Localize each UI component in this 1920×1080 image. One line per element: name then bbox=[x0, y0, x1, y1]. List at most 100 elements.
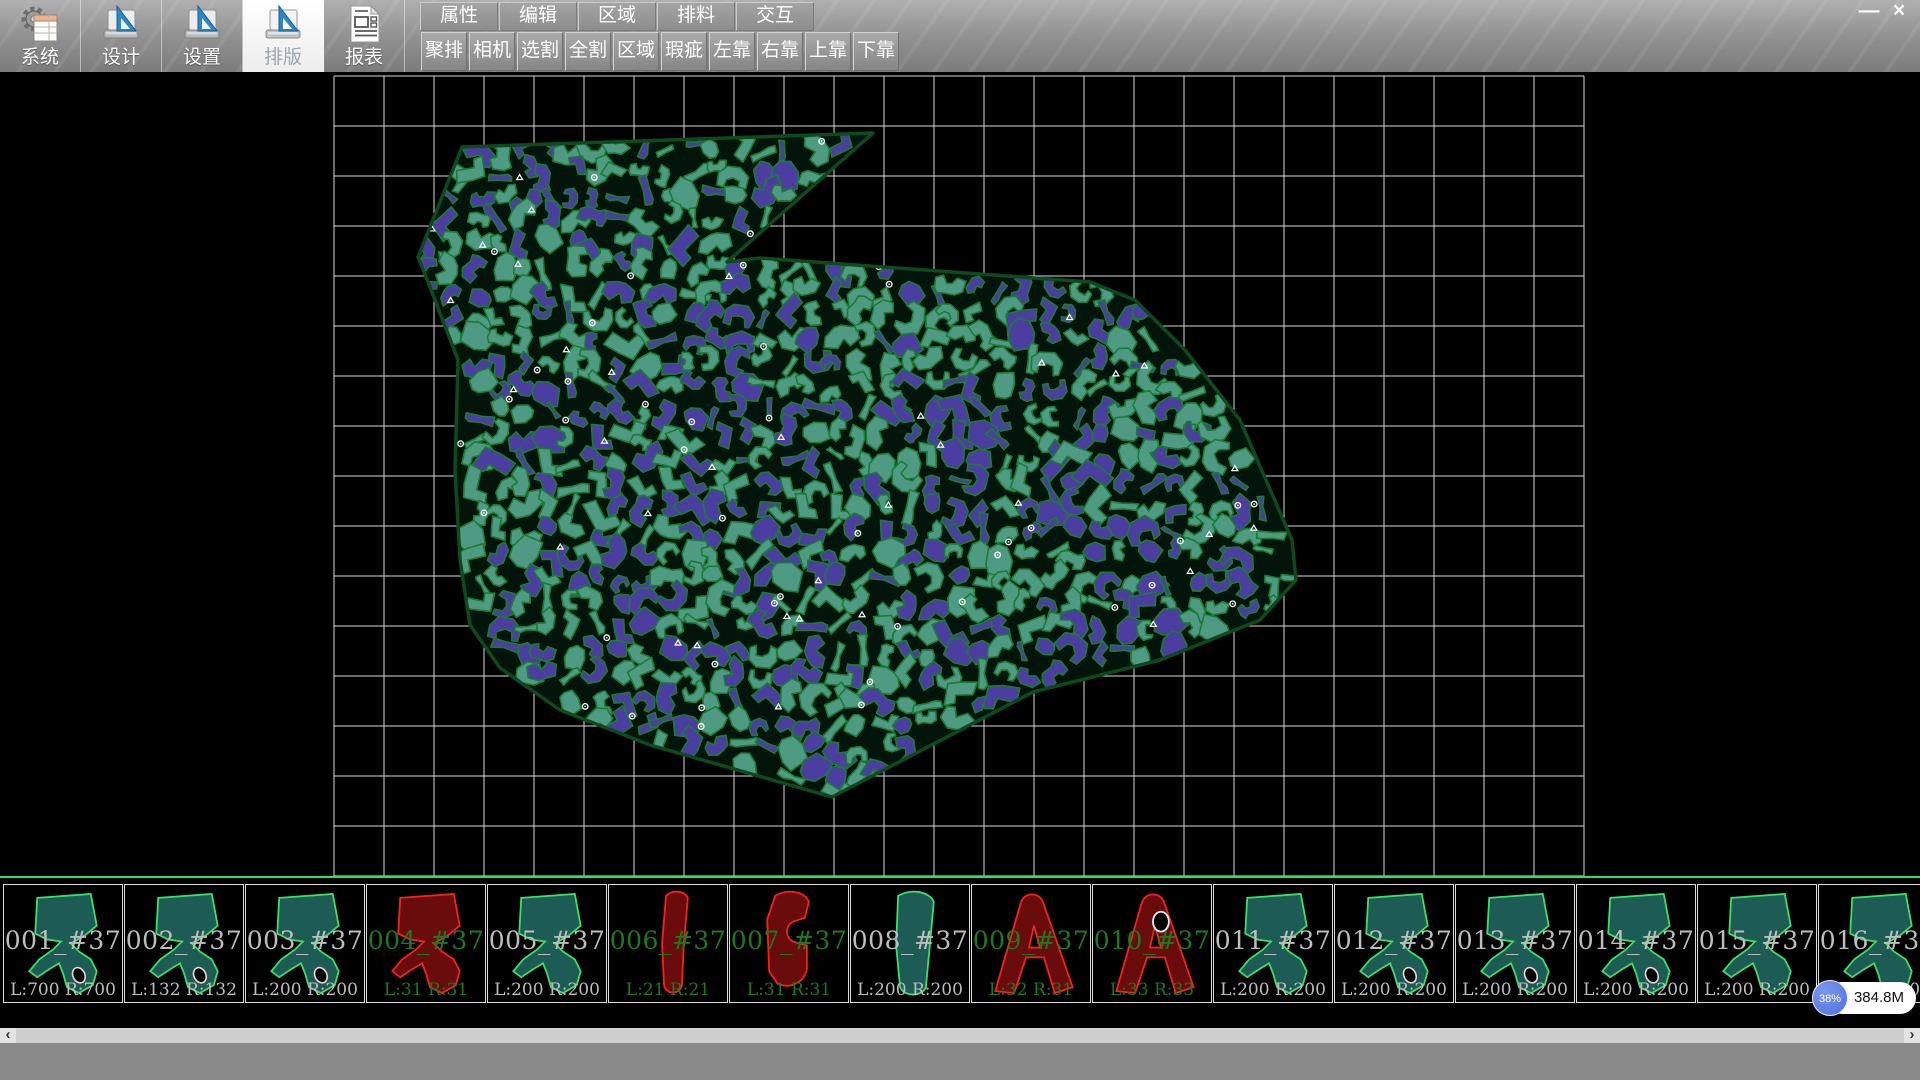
menu1-button-2[interactable]: 编辑 bbox=[499, 2, 577, 31]
menu2-button-10[interactable]: 下靠 bbox=[853, 32, 899, 71]
layout-ruler-icon bbox=[262, 3, 304, 45]
close-button[interactable]: × bbox=[1884, 0, 1914, 24]
piece-marker-dot bbox=[750, 233, 752, 235]
nested-piece[interactable] bbox=[796, 622, 828, 632]
piece-marker-dot bbox=[722, 517, 724, 519]
part-shape bbox=[125, 885, 243, 1002]
thumbnail-cell[interactable]: 007_#37L:31 R:31 bbox=[729, 884, 849, 1003]
piece-marker-dot bbox=[565, 419, 567, 421]
nested-piece[interactable] bbox=[993, 372, 1015, 398]
nested-pieces-layer bbox=[404, 129, 1306, 801]
piece-marker-dot bbox=[763, 346, 765, 348]
piece-marker-dot bbox=[606, 637, 608, 639]
piece-marker-dot bbox=[508, 398, 510, 400]
main-button-2[interactable]: 设计 bbox=[81, 0, 162, 72]
piece-marker-dot bbox=[460, 443, 462, 445]
main-button-1[interactable]: 系统 bbox=[0, 0, 81, 72]
nested-piece[interactable] bbox=[803, 422, 831, 443]
part-shape bbox=[1093, 885, 1211, 1002]
menu1-button-3[interactable]: 区域 bbox=[578, 2, 656, 31]
thumbnail-cell[interactable]: 012_#37L:200 R:200 bbox=[1334, 884, 1454, 1003]
main-button-5[interactable]: 报表 bbox=[324, 0, 405, 72]
minimize-button[interactable]: — bbox=[1854, 0, 1884, 24]
menu1-button-5[interactable]: 交互 bbox=[736, 2, 814, 31]
main-button-group: 系统设计设置排版报表 bbox=[0, 0, 405, 72]
menu2-button-8[interactable]: 右靠 bbox=[757, 32, 803, 71]
menu-row-2: 聚排相机选割全割区域瑕疵左靠右靠上靠下靠 bbox=[421, 32, 901, 71]
nested-piece[interactable] bbox=[924, 493, 940, 513]
piece-marker-dot bbox=[483, 512, 485, 514]
progress-badge: 384.8M 38% bbox=[1812, 980, 1916, 1016]
piece-marker-dot bbox=[645, 403, 647, 405]
piece-marker-dot bbox=[961, 601, 963, 603]
menu2-button-3[interactable]: 选割 bbox=[517, 32, 563, 71]
nested-piece[interactable] bbox=[767, 398, 772, 416]
piece-marker-dot bbox=[683, 449, 685, 451]
thumbnail-cell[interactable]: 014_#37L:200 R:200 bbox=[1576, 884, 1696, 1003]
thumbnail-cell[interactable]: 005_#37L:200 R:200 bbox=[487, 884, 607, 1003]
piece-marker-dot bbox=[774, 602, 776, 604]
scroll-right-icon[interactable]: › bbox=[1904, 1028, 1920, 1043]
nested-piece[interactable] bbox=[779, 140, 785, 161]
main-button-label: 排版 bbox=[243, 42, 323, 69]
piece-marker-dot bbox=[888, 283, 890, 285]
piece-marker-dot bbox=[631, 715, 633, 717]
piece-marker-dot bbox=[997, 554, 999, 556]
part-shape bbox=[246, 885, 364, 1002]
piece-marker-dot bbox=[1008, 541, 1010, 543]
thumbnail-cell[interactable]: 010_#37L:33 R:33 bbox=[1092, 884, 1212, 1003]
main-button-label: 系统 bbox=[0, 42, 80, 69]
design-ruler-icon bbox=[100, 3, 142, 45]
thumbnail-cell[interactable]: 008_#37L:200 R:200 bbox=[850, 884, 970, 1003]
part-shape bbox=[1456, 885, 1574, 1002]
thumbnail-cell[interactable]: 001_#37L:700 R:700 bbox=[3, 884, 123, 1003]
thumbnail-cell[interactable]: 003_#37L:200 R:200 bbox=[245, 884, 365, 1003]
thumbnail-cell[interactable]: 009_#37L:32 R:31 bbox=[971, 884, 1091, 1003]
piece-marker-dot bbox=[584, 705, 586, 707]
menu2-button-5[interactable]: 区域 bbox=[613, 32, 659, 71]
piece-marker-dot bbox=[593, 176, 595, 178]
thumbnail-cell[interactable]: 002_#37L:132 R:132 bbox=[124, 884, 244, 1003]
main-button-4[interactable]: 排版 bbox=[243, 0, 324, 72]
piece-marker-dot bbox=[1179, 540, 1181, 542]
nested-piece[interactable] bbox=[1257, 531, 1288, 540]
part-shape bbox=[488, 885, 606, 1002]
part-shape bbox=[1577, 885, 1695, 1002]
horizontal-scrollbar[interactable]: ‹ › bbox=[0, 1028, 1920, 1043]
nested-piece[interactable] bbox=[941, 437, 964, 468]
menu1-button-4[interactable]: 排料 bbox=[657, 2, 735, 31]
piece-marker-dot bbox=[700, 726, 702, 728]
nested-piece[interactable] bbox=[730, 738, 757, 747]
nesting-canvas[interactable] bbox=[0, 72, 1920, 878]
piece-marker-dot bbox=[1253, 503, 1255, 505]
menu2-button-2[interactable]: 相机 bbox=[469, 32, 515, 71]
piece-marker-dot bbox=[821, 140, 823, 142]
report-doc-icon bbox=[343, 3, 385, 45]
menu2-button-1[interactable]: 聚排 bbox=[421, 32, 467, 71]
main-button-3[interactable]: 设置 bbox=[162, 0, 243, 72]
main-button-label: 设计 bbox=[81, 42, 161, 69]
menu2-button-4[interactable]: 全割 bbox=[565, 32, 611, 71]
part-shape bbox=[1335, 885, 1453, 1002]
nested-piece[interactable] bbox=[488, 174, 511, 181]
piece-marker-dot bbox=[567, 380, 569, 382]
menu2-button-6[interactable]: 瑕疵 bbox=[661, 32, 707, 71]
thumbnail-cell[interactable]: 006_#37L:21 R:21 bbox=[608, 884, 728, 1003]
system-gear-icon bbox=[19, 3, 61, 45]
menu2-button-7[interactable]: 左靠 bbox=[709, 32, 755, 71]
piece-marker-dot bbox=[714, 663, 716, 665]
piece-marker-dot bbox=[1237, 504, 1239, 506]
piece-marker-dot bbox=[1030, 527, 1032, 529]
thumbnail-cell[interactable]: 004_#37L:31 R:31 bbox=[366, 884, 486, 1003]
part-shape bbox=[1698, 885, 1816, 1002]
thumbnail-cell[interactable]: 015_#37L:200 R:200 bbox=[1697, 884, 1817, 1003]
thumbnail-cell[interactable]: 013_#37L:200 R:200 bbox=[1455, 884, 1575, 1003]
nested-piece[interactable] bbox=[602, 136, 630, 155]
top-toolbar: 系统设计设置排版报表 属性编辑区域排料交互 聚排相机选割全割区域瑕疵左靠右靠上靠… bbox=[0, 0, 1920, 72]
piece-marker-dot bbox=[701, 707, 703, 709]
menu2-button-9[interactable]: 上靠 bbox=[805, 32, 851, 71]
scroll-left-icon[interactable]: ‹ bbox=[0, 1028, 16, 1043]
menu1-button-1[interactable]: 属性 bbox=[420, 2, 498, 31]
thumbnail-cell[interactable]: 011_#37L:200 R:200 bbox=[1213, 884, 1333, 1003]
nested-piece[interactable] bbox=[725, 186, 747, 204]
